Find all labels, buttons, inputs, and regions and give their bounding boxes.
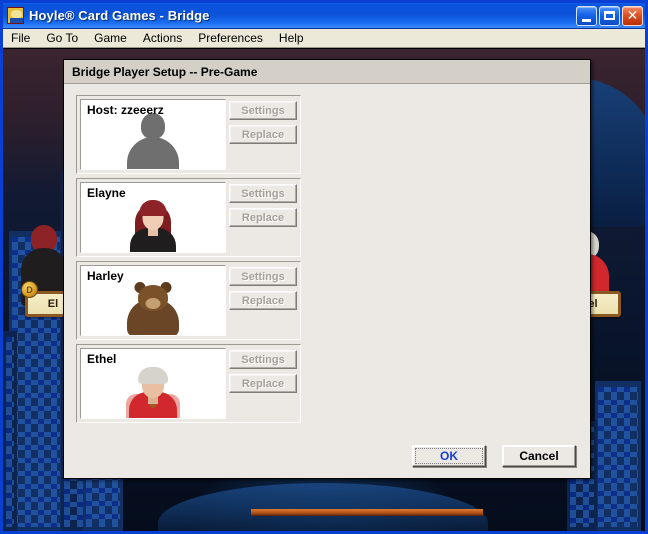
player-avatar-elayne: Elayne [80, 182, 226, 253]
menu-item-game[interactable]: Game [94, 30, 136, 46]
player-panel-elayne: Elayne Settings Replace [76, 178, 301, 257]
bear-snout-icon [145, 298, 161, 309]
maximize-icon [604, 10, 615, 20]
minimize-icon [582, 18, 591, 22]
player-setup-dialog: Bridge Player Setup -- Pre-Game Host: zz… [63, 59, 591, 479]
player-name-host: Host: zzeeerz [87, 103, 164, 117]
menu-item-go-to[interactable]: Go To [46, 30, 87, 46]
player-actions-host: Settings Replace [226, 96, 300, 173]
menu-bar: File Go To Game Actions Preferences Help [3, 29, 645, 48]
cancel-button[interactable]: Cancel [502, 445, 576, 467]
close-button[interactable]: ✕ [622, 5, 643, 26]
silhouette-body-icon [127, 137, 179, 169]
menu-item-actions[interactable]: Actions [143, 30, 191, 46]
player-panel-host: Host: zzeeerz Settings Replace [76, 95, 301, 174]
maximize-button[interactable] [599, 5, 620, 26]
replace-button-ethel[interactable]: Replace [229, 374, 297, 393]
settings-button-ethel[interactable]: Settings [229, 350, 297, 369]
dialog-title-bar: Bridge Player Setup -- Pre-Game [64, 60, 590, 84]
close-icon: ✕ [626, 7, 639, 24]
player-actions-elayne: Settings Replace [226, 179, 300, 256]
menu-item-file[interactable]: File [11, 30, 39, 46]
ethel-hair-icon [138, 367, 168, 384]
player-panel-harley: Harley Settings Replace [76, 261, 301, 340]
player-name-harley: Harley [87, 269, 124, 283]
replace-button-harley[interactable]: Replace [229, 291, 297, 310]
settings-button-host[interactable]: Settings [229, 101, 297, 120]
player-avatar-ethel: Ethel [80, 348, 226, 419]
application-icon [7, 7, 24, 24]
background-building [3, 331, 17, 531]
menu-item-preferences[interactable]: Preferences [198, 30, 272, 46]
dialog-body: Host: zzeeerz Settings Replace Elayne Se… [64, 84, 590, 479]
window-title: Hoyle® Card Games - Bridge [29, 8, 210, 23]
dialog-title: Bridge Player Setup -- Pre-Game [72, 64, 258, 79]
elayne-hair-top-icon [139, 200, 167, 216]
settings-button-elayne[interactable]: Settings [229, 184, 297, 203]
player-panel-ethel: Ethel Settings Replace [76, 344, 301, 423]
background-card-table [158, 483, 488, 531]
minimize-button[interactable] [576, 5, 597, 26]
dealer-chip: D [21, 281, 38, 298]
player-name-elayne: Elayne [87, 186, 126, 200]
replace-button-host[interactable]: Replace [229, 125, 297, 144]
player-avatar-harley: Harley [80, 265, 226, 336]
title-bar: Hoyle® Card Games - Bridge ✕ [3, 3, 645, 29]
replace-button-elayne[interactable]: Replace [229, 208, 297, 227]
player-avatar-host: Host: zzeeerz [80, 99, 226, 170]
menu-item-help[interactable]: Help [279, 30, 313, 46]
player-actions-harley: Settings Replace [226, 262, 300, 339]
ok-button[interactable]: OK [412, 445, 486, 467]
settings-button-harley[interactable]: Settings [229, 267, 297, 286]
application-window: Hoyle® Card Games - Bridge ✕ File Go To … [0, 0, 648, 534]
dialog-footer: OK Cancel [64, 445, 590, 467]
player-name-ethel: Ethel [87, 352, 117, 366]
background-building [595, 381, 641, 531]
player-actions-ethel: Settings Replace [226, 345, 300, 422]
background-table-rail [251, 509, 483, 515]
